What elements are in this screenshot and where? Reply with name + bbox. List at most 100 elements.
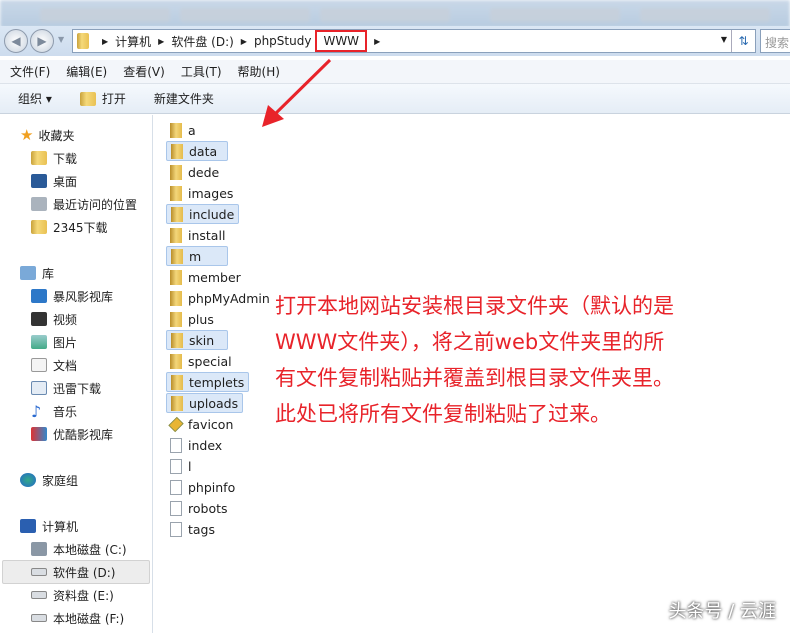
file-item[interactable]: plus [166, 309, 218, 329]
label: 库 [42, 266, 55, 281]
label: 暴风影视库 [53, 289, 114, 304]
back-button[interactable]: ◀ [4, 29, 28, 53]
label: 软件盘 (D:) [53, 565, 116, 580]
new-folder-button[interactable]: 新建文件夹 [154, 90, 214, 107]
file-item[interactable]: install [166, 225, 229, 245]
crumb-phpstudy[interactable]: phpStudy [254, 34, 312, 48]
sidebar-item-documents[interactable]: 文档 [31, 354, 77, 376]
red-arrow [262, 58, 332, 127]
file-name: include [189, 206, 235, 222]
sidebar-item-drive-e[interactable]: 资料盘 (E:) [31, 584, 114, 606]
crumb-www[interactable]: WWW [315, 30, 368, 52]
menu-edit[interactable]: 编辑(E) [66, 63, 107, 80]
forward-button[interactable]: ▶ [30, 29, 54, 53]
label: 音乐 [53, 404, 78, 419]
refresh-icon[interactable]: ⇅ [731, 30, 755, 52]
picture-icon [31, 335, 47, 349]
file-name: member [188, 269, 241, 285]
sidebar-item-drive-f[interactable]: 本地磁盘 (F:) [31, 607, 124, 629]
file-item[interactable]: uploads [166, 393, 244, 413]
computer-icon [20, 519, 36, 533]
menu-bar: 文件(F) 编辑(E) 查看(V) 工具(T) 帮助(H) [0, 60, 790, 84]
file-item[interactable]: skin [166, 330, 228, 350]
menu-tools[interactable]: 工具(T) [181, 63, 222, 80]
file-item[interactable]: robots [166, 498, 232, 518]
annotation-line: 此处已将所有文件复制粘贴了过来。 [275, 402, 611, 426]
folder-icon [171, 248, 183, 264]
chevron-right-icon[interactable]: ▶ [241, 37, 247, 46]
file-item[interactable]: data [166, 141, 228, 161]
annotation-text: 打开本地网站安装根目录文件夹（默认的是 WWW文件夹），将之前web文件夹里的所… [275, 288, 674, 432]
address-dropdown-icon[interactable]: ▼ [721, 35, 727, 44]
folder-icon [171, 143, 183, 159]
file-name: favicon [188, 416, 234, 432]
sidebar-homegroup[interactable]: 家庭组 [20, 469, 78, 491]
sidebar-computer[interactable]: 计算机 [20, 515, 78, 537]
file-name: phpinfo [188, 479, 236, 495]
sidebar-item-2345[interactable]: 2345下载 [31, 216, 108, 238]
file-item[interactable]: index [166, 435, 226, 455]
sidebar-item-pictures[interactable]: 图片 [31, 331, 77, 353]
navigation-bar: ◀ ▶ ▼ ▶ 计算机 ▶ 软件盘 (D:) ▶ phpStudy WWW ▶ … [0, 26, 790, 56]
file-item[interactable]: phpMyAdmin [166, 288, 274, 308]
chevron-right-icon[interactable]: ▶ [102, 37, 108, 46]
file-name: dede [188, 164, 220, 180]
address-bar[interactable]: ▶ 计算机 ▶ 软件盘 (D:) ▶ phpStudy WWW ▶ ▼ ⇅ [72, 29, 756, 53]
file-item[interactable]: favicon [166, 414, 237, 434]
chevron-right-icon[interactable]: ▶ [374, 37, 380, 46]
drive-icon [31, 568, 47, 576]
file-item[interactable]: images [166, 183, 237, 203]
sidebar-item-desktop[interactable]: 桌面 [31, 170, 77, 192]
folder-icon [77, 33, 89, 49]
folder-icon [170, 227, 182, 243]
sidebar-libraries[interactable]: 库 [20, 262, 54, 284]
file-item[interactable]: member [166, 267, 245, 287]
sidebar-item-recent[interactable]: 最近访问的位置 [31, 193, 137, 215]
sidebar-item-videos[interactable]: 视频 [31, 308, 77, 330]
annotation-line: 有文件复制粘贴并覆盖到根目录文件夹里。 [275, 366, 674, 390]
watermark: 头条号 / 云涯 [668, 601, 776, 622]
sidebar-item-xunlei[interactable]: 迅雷下载 [31, 377, 101, 399]
label: 图片 [53, 335, 78, 350]
file-name: tags [188, 521, 216, 537]
crumb-drive-d[interactable]: 软件盘 (D:) [171, 33, 233, 50]
file-item[interactable]: m [166, 246, 228, 266]
sidebar-item-drive-c[interactable]: 本地磁盘 (C:) [31, 538, 127, 560]
file-item[interactable]: include [166, 204, 240, 224]
navigation-pane: ★ 收藏夹 下载 桌面 最近访问的位置 2345下载 库 暴风影视库 视频 图片 … [0, 115, 153, 633]
command-bar: 组织 ▾ 打开 新建文件夹 [0, 84, 790, 114]
menu-file[interactable]: 文件(F) [10, 63, 50, 80]
sidebar-item-baofeng[interactable]: 暴风影视库 [31, 285, 113, 307]
organize-button[interactable]: 组织 ▾ [18, 90, 52, 107]
file-name: images [188, 185, 234, 201]
sidebar-item-music[interactable]: ♪ 音乐 [31, 400, 77, 422]
file-item[interactable]: tags [166, 519, 219, 539]
folder-icon [170, 353, 182, 369]
file-icon [170, 479, 182, 495]
file-item[interactable]: dede [166, 162, 223, 182]
file-item[interactable]: l [166, 456, 195, 476]
folder-icon [170, 122, 182, 138]
youku-library-icon [31, 427, 47, 441]
folder-icon [31, 220, 47, 234]
sidebar-item-downloads[interactable]: 下载 [31, 147, 77, 169]
search-input[interactable]: 搜索 [760, 29, 790, 53]
recent-pages-chevron-icon[interactable]: ▼ [58, 35, 64, 44]
folder-icon [171, 374, 183, 390]
file-item[interactable]: phpinfo [166, 477, 239, 497]
file-item[interactable]: templets [166, 372, 250, 392]
label: 下载 [53, 151, 78, 166]
crumb-computer[interactable]: 计算机 [115, 33, 151, 50]
file-icon [170, 521, 182, 537]
file-item[interactable]: a [166, 120, 200, 140]
menu-view[interactable]: 查看(V) [123, 63, 165, 80]
file-item[interactable]: special [166, 351, 236, 371]
homegroup-icon [20, 473, 36, 487]
chevron-right-icon[interactable]: ▶ [158, 37, 164, 46]
sidebar-item-youku[interactable]: 优酷影视库 [31, 423, 113, 445]
sidebar-item-drive-d[interactable]: 软件盘 (D:) [31, 561, 115, 583]
open-button[interactable]: 打开 [79, 90, 126, 107]
file-icon [170, 437, 182, 453]
sidebar-favorites[interactable]: ★ 收藏夹 [20, 124, 74, 146]
file-name: data [189, 143, 218, 159]
